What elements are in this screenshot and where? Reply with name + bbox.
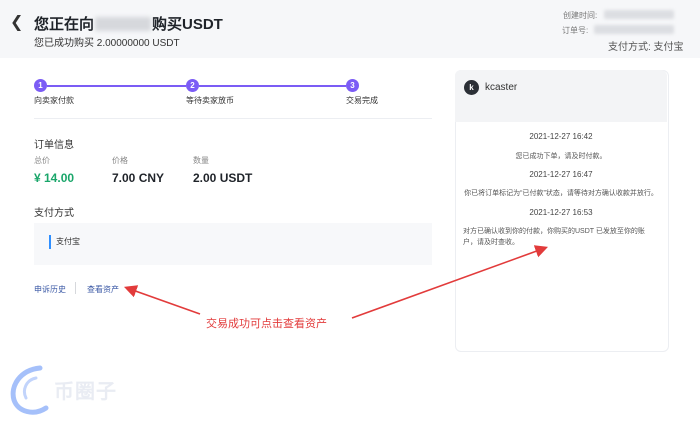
avatar: k — [464, 80, 479, 95]
created-time-label: 创建时间: — [563, 11, 598, 20]
chat-message-text: 你已将订单标记为“已付款”状态，请等待对方确认收款并放行。 — [464, 190, 658, 197]
step-3-dot: 3 — [346, 79, 359, 92]
chat-message-text: 对方已确认收到你的付款，你购买的USDT 已发放至你的账户，请及时查收。 — [463, 228, 645, 246]
chat-message-time: 2021-12-27 16:47 — [529, 170, 593, 179]
step-1-dot: 1 — [34, 79, 47, 92]
chat-counterparty-name: kcaster — [485, 82, 518, 93]
order-number-label: 订单号: — [562, 26, 589, 35]
arrow-to-view-assets — [123, 285, 201, 315]
step-1-label: 向卖家付款 — [34, 96, 74, 105]
annotation-text: 交易成功可点击查看资产 — [206, 318, 327, 330]
back-arrow-icon[interactable]: ❮ — [10, 12, 23, 32]
watermark-logo-icon — [10, 365, 49, 415]
link-divider — [75, 282, 76, 294]
title-suffix: 购买USDT — [152, 16, 223, 33]
quantity-label: 数量 — [193, 156, 209, 165]
title-prefix: 您正在向 — [34, 16, 95, 33]
total-price-value: ¥ 14.00 — [34, 171, 75, 185]
page-title: 您正在向 购买USDT — [34, 13, 223, 34]
payment-method-title: 支付方式 — [34, 208, 74, 219]
chat-message-time: 2021-12-27 16:53 — [529, 208, 593, 217]
divider — [34, 118, 432, 119]
view-assets-link[interactable]: 查看资产 — [87, 284, 119, 295]
chat-message-time: 2021-12-27 16:42 — [529, 132, 593, 141]
order-info-title: 订单信息 — [34, 140, 74, 151]
step-connector-1 — [47, 85, 186, 87]
step-2-dot: 2 — [186, 79, 199, 92]
created-time-redacted — [604, 10, 674, 19]
step-connector-2 — [199, 85, 346, 87]
step-2-label: 等待卖家放币 — [186, 96, 234, 105]
redacted-seller-name — [95, 17, 152, 31]
total-price-label: 总价 — [34, 156, 50, 165]
order-number-redacted — [594, 25, 674, 34]
unit-price-label: 价格 — [112, 156, 128, 165]
appeal-history-link[interactable]: 申诉历史 — [34, 284, 66, 295]
purchase-summary: 您已成功购买 2.00000000 USDT — [34, 38, 180, 49]
chat-header — [455, 70, 667, 122]
unit-price-value: 7.00 CNY — [112, 171, 165, 185]
watermark-text: 币圈子 — [54, 381, 117, 403]
payment-method-tag[interactable]: 支付宝 — [49, 235, 96, 249]
chat-message-text: 您已成功下单，请及时付款。 — [515, 153, 607, 160]
pay-method-header: 支付方式: 支付宝 — [608, 42, 684, 53]
step-3-label: 交易完成 — [346, 96, 378, 105]
quantity-value: 2.00 USDT — [193, 171, 253, 185]
